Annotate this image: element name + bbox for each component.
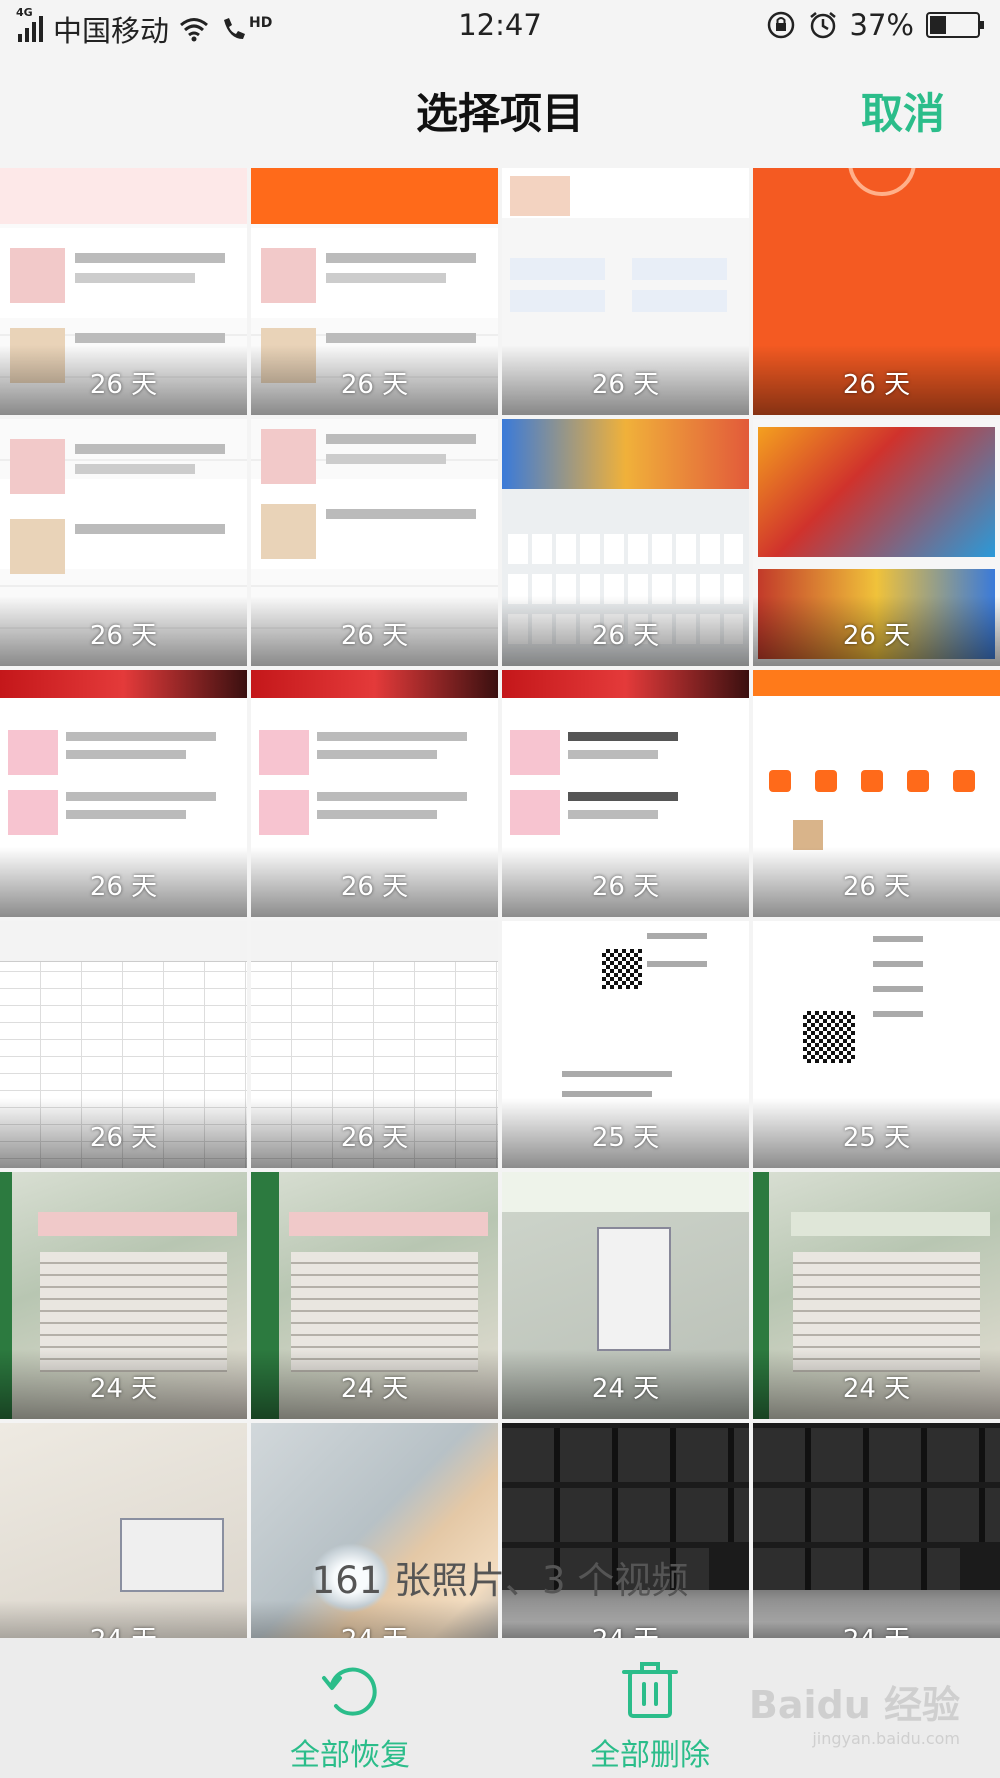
bottom-action-bar: 全部恢复 全部删除 Baidu 经验 jingyan.baidu.com <box>0 1638 1000 1778</box>
status-right: 37% <box>766 8 984 42</box>
photo-tile[interactable]: 26 天 <box>0 419 247 666</box>
photo-tile[interactable]: 26 天 <box>251 168 498 415</box>
photo-age-label: 26 天 <box>340 872 409 902</box>
photo-age-label: 26 天 <box>591 872 660 902</box>
photo-tile[interactable]: 24 天 <box>251 1172 498 1419</box>
photo-age-label: 26 天 <box>340 1123 409 1153</box>
photo-age-label: 25 天 <box>842 1123 911 1153</box>
photo-age-label: 26 天 <box>591 621 660 651</box>
photo-age-label: 25 天 <box>591 1123 660 1153</box>
photo-grid: 26 天 26 天 26 天 26 天 26 天 26 天 26 天 26 天 … <box>0 168 1000 1670</box>
photo-tile[interactable]: 25 天 <box>753 921 1000 1168</box>
photo-age-label: 26 天 <box>89 370 158 400</box>
photo-tile[interactable]: 24 天 <box>251 1423 498 1670</box>
title-bar: 选择项目 取消 <box>0 62 1000 152</box>
photo-age-label: 24 天 <box>89 1374 158 1404</box>
item-count-summary: 161 张照片、3 个视频 <box>311 1559 689 1602</box>
photo-tile[interactable]: 24 天 <box>0 1172 247 1419</box>
photo-age-label: 26 天 <box>842 621 911 651</box>
photo-age-label: 26 天 <box>89 621 158 651</box>
alarm-icon <box>809 12 836 39</box>
battery-percent: 37% <box>849 8 914 42</box>
photo-tile[interactable]: 26 天 <box>502 670 749 917</box>
photo-tile[interactable]: 26 天 <box>502 419 749 666</box>
photo-age-label: 24 天 <box>591 1374 660 1404</box>
photo-age-label: 26 天 <box>842 370 911 400</box>
page-title: 选择项目 <box>415 89 584 138</box>
photo-age-label: 24 天 <box>842 1374 911 1404</box>
photo-tile[interactable]: 24 天 <box>0 1423 247 1670</box>
photo-age-label: 26 天 <box>842 872 911 902</box>
cancel-button[interactable]: 取消 <box>861 80 945 141</box>
battery-icon <box>926 12 984 38</box>
photo-tile[interactable]: 26 天 <box>251 921 498 1168</box>
watermark-url: jingyan.baidu.com <box>812 1729 960 1748</box>
delete-all-label: 全部删除 <box>590 1738 710 1773</box>
trash-icon <box>622 1662 678 1718</box>
restore-icon <box>322 1667 377 1716</box>
photo-tile[interactable]: 26 天 <box>753 419 1000 666</box>
photo-tile[interactable]: 26 天 <box>753 670 1000 917</box>
photo-tile[interactable]: 26 天 <box>0 670 247 917</box>
rotation-lock-icon <box>767 11 794 39</box>
photo-tile[interactable]: 24 天 <box>502 1423 749 1670</box>
delete-all-button[interactable]: 全部删除 <box>550 1658 750 1774</box>
photo-age-label: 26 天 <box>591 370 660 400</box>
baidu-watermark: Baidu 经验 jingyan.baidu.com <box>749 1674 960 1748</box>
photo-age-label: 26 天 <box>89 872 158 902</box>
status-bar: 4G 中国移动 HD 12:47 37% <box>0 0 1000 50</box>
photo-age-label: 26 天 <box>340 370 409 400</box>
photo-tile[interactable]: 25 天 <box>502 921 749 1168</box>
photo-tile[interactable]: 26 天 <box>251 419 498 666</box>
restore-all-label: 全部恢复 <box>290 1738 410 1773</box>
photo-tile[interactable]: 24 天 <box>753 1423 1000 1670</box>
photo-age-label: 26 天 <box>340 621 409 651</box>
restore-all-button[interactable]: 全部恢复 <box>250 1658 450 1774</box>
photo-tile[interactable]: 26 天 <box>502 168 749 415</box>
photo-tile[interactable]: 24 天 <box>753 1172 1000 1419</box>
photo-age-label: 26 天 <box>89 1123 158 1153</box>
photo-tile[interactable]: 26 天 <box>0 168 247 415</box>
photo-tile[interactable]: 24 天 <box>502 1172 749 1419</box>
photo-tile[interactable]: 26 天 <box>0 921 247 1168</box>
photo-tile[interactable]: 26 天 <box>251 670 498 917</box>
photo-age-label: 24 天 <box>340 1374 409 1404</box>
photo-tile[interactable]: 26 天 <box>753 168 1000 415</box>
watermark-brand: Baidu 经验 <box>748 1683 960 1727</box>
